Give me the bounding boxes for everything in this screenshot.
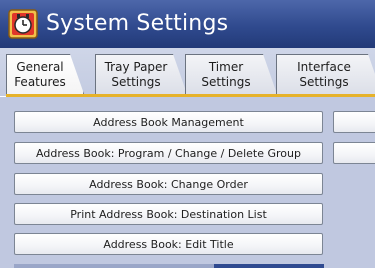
button-label: Print Address Book: Destination List — [70, 207, 267, 221]
tab-general-features[interactable]: General Features — [6, 54, 84, 94]
settings-clock-icon — [8, 9, 38, 39]
bottom-divider — [214, 264, 324, 268]
address-book-management-button[interactable]: Address Book Management — [14, 111, 323, 133]
button-label: Address Book Management — [93, 115, 244, 129]
tab-label: General Features — [14, 59, 66, 89]
right-column-button-2[interactable] — [333, 142, 375, 164]
tab-bar: General Features Tray Paper Settings Tim… — [0, 48, 375, 96]
tab-interface-settings[interactable]: Interface Settings — [276, 54, 375, 94]
address-book-change-order-button[interactable]: Address Book: Change Order — [14, 173, 323, 195]
button-label: Address Book: Change Order — [89, 177, 248, 191]
bottom-divider — [14, 264, 214, 268]
tab-timer-settings[interactable]: Timer Settings — [185, 54, 277, 94]
tab-label: Timer Settings — [201, 59, 251, 89]
tab-label: Tray Paper Settings — [104, 59, 168, 89]
tab-tray-paper-settings[interactable]: Tray Paper Settings — [95, 54, 187, 94]
button-label: Address Book: Program / Change / Delete … — [36, 146, 301, 160]
address-book-edit-title-button[interactable]: Address Book: Edit Title — [14, 233, 323, 255]
title-bar: System Settings — [0, 0, 375, 48]
page-title: System Settings — [46, 11, 229, 36]
tab-label: Interface Settings — [297, 59, 351, 89]
right-column-button-1[interactable] — [333, 111, 375, 133]
print-address-book-destination-list-button[interactable]: Print Address Book: Destination List — [14, 203, 323, 225]
address-book-program-change-delete-group-button[interactable]: Address Book: Program / Change / Delete … — [14, 142, 323, 164]
button-label: Address Book: Edit Title — [103, 237, 234, 251]
